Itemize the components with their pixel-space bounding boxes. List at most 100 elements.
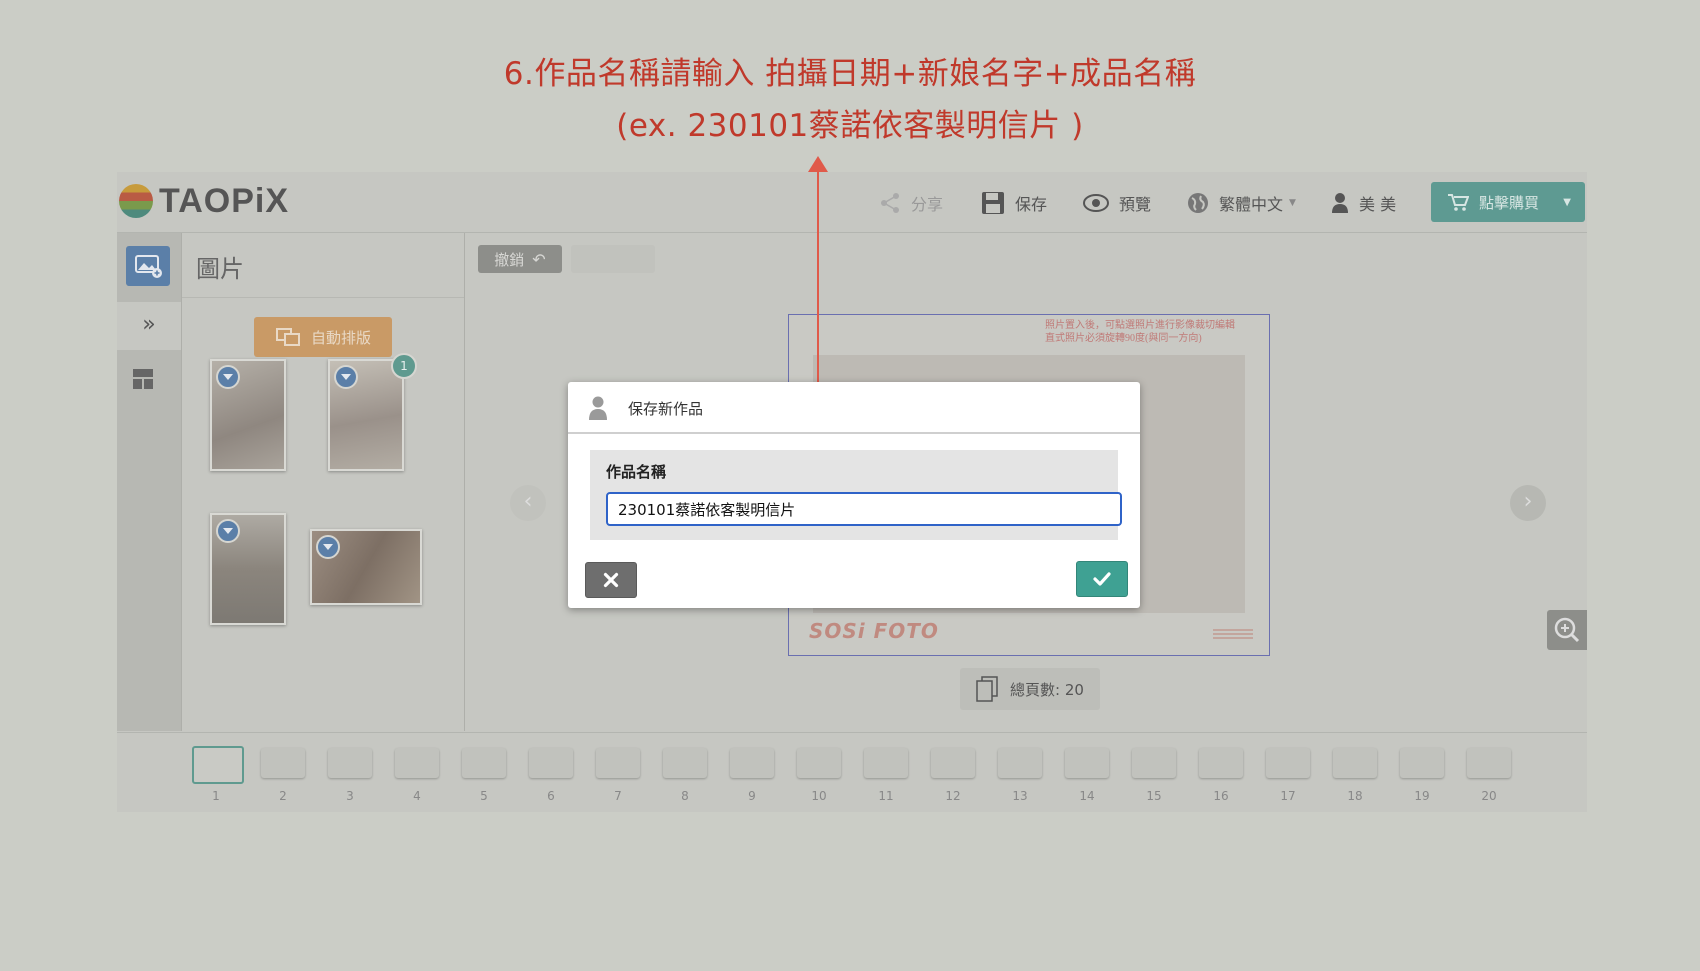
page-thumbnail[interactable]	[931, 748, 975, 778]
images-panel: 圖片 自動排版 1	[182, 233, 465, 731]
page-number: 2	[279, 789, 287, 803]
top-bar: TAOPiX 分享 保存 預覽 繁體中文 ▼ 美 美 點擊購買 ▼	[117, 172, 1587, 233]
page-thumbnail[interactable]	[730, 748, 774, 778]
pages-icon	[976, 676, 998, 702]
undo-label: 撤銷	[494, 250, 525, 269]
thumbnail-menu-icon[interactable]	[216, 365, 240, 389]
cancel-button[interactable]	[585, 562, 637, 598]
auto-layout-button[interactable]: 自動排版	[254, 317, 392, 357]
page-thumbnail-strip: 1 2 3 4 5 6 7 8 9 10 11 12 13 14 15 16 17 18 19 20	[117, 732, 1587, 812]
auto-layout-icon	[275, 328, 300, 346]
zoom-in-icon	[1554, 617, 1580, 643]
chevron-down-icon: ▼	[1289, 198, 1296, 208]
globe-icon	[1188, 193, 1208, 213]
share-button[interactable]: 分享	[879, 190, 943, 216]
page-number: 13	[1012, 789, 1028, 803]
page-number: 17	[1280, 789, 1296, 803]
page-thumbnail[interactable]	[192, 746, 244, 784]
user-name: 美 美	[1359, 195, 1397, 214]
user-icon	[589, 396, 607, 420]
page-thumbnail[interactable]	[462, 748, 506, 778]
next-page-button[interactable]: ›	[1510, 485, 1546, 521]
page-number: 15	[1146, 789, 1162, 803]
images-tab-button[interactable]	[126, 246, 170, 286]
page-number: 12	[945, 789, 961, 803]
chevron-down-icon[interactable]: ▼	[1563, 197, 1571, 208]
page-thumbnail[interactable]	[261, 748, 305, 778]
total-pages-indicator: 總頁數: 20	[960, 668, 1100, 710]
language-selector[interactable]: 繁體中文 ▼	[1187, 190, 1296, 216]
usage-count-badge: 1	[391, 353, 417, 379]
page-number: 1	[212, 789, 220, 803]
page-number: 10	[811, 789, 827, 803]
page-number: 16	[1213, 789, 1229, 803]
thumbnail-menu-icon[interactable]	[216, 519, 240, 543]
floppy-disk-icon	[982, 192, 1004, 214]
page-number: 20	[1481, 789, 1497, 803]
eye-icon	[1083, 194, 1109, 212]
cart-icon	[1448, 194, 1469, 211]
page-thumbnail[interactable]	[797, 748, 841, 778]
page-thumbnail[interactable]	[1132, 748, 1176, 778]
add-image-icon	[135, 255, 162, 278]
page-thumbnail[interactable]	[529, 748, 573, 778]
page-number: 19	[1414, 789, 1430, 803]
page-thumbnail[interactable]	[1199, 748, 1243, 778]
page-brand: SOSi FOTO	[809, 619, 939, 643]
dialog-body: 作品名稱	[590, 450, 1122, 540]
project-name-label: 作品名稱	[606, 463, 667, 481]
page-thumbnail[interactable]	[1467, 748, 1511, 778]
undo-icon: ↶	[532, 249, 546, 269]
page-thumbnail[interactable]	[596, 748, 640, 778]
user-menu[interactable]: 美 美	[1331, 190, 1396, 216]
check-icon	[1093, 572, 1111, 586]
page-small-logo	[1213, 627, 1253, 641]
save-button[interactable]: 保存	[981, 190, 1047, 216]
page-number: 4	[413, 789, 421, 803]
page-thumbnail[interactable]	[1065, 748, 1109, 778]
layout-icon[interactable]	[133, 369, 153, 389]
user-icon	[1332, 193, 1348, 213]
share-label: 分享	[911, 195, 944, 214]
page-thumbnail[interactable]	[1333, 748, 1377, 778]
page-thumbnail[interactable]	[1266, 748, 1310, 778]
page-number: 11	[878, 789, 894, 803]
auto-layout-label: 自動排版	[310, 328, 371, 347]
share-icon	[881, 193, 899, 213]
page-number: 18	[1347, 789, 1363, 803]
buy-button[interactable]: 點擊購買 ▼	[1431, 182, 1585, 222]
instruction-line-2: (ex. 230101蔡諾依客製明信片 )	[616, 108, 1084, 144]
page-thumbnail[interactable]	[998, 748, 1042, 778]
redo-button[interactable]	[571, 245, 655, 273]
page-thumbnail[interactable]	[395, 748, 439, 778]
panel-title: 圖片	[196, 255, 244, 283]
project-name-input[interactable]	[606, 492, 1122, 526]
instruction-line-1: 6.作品名稱請輸入 拍攝日期+新娘名字+成品名稱	[503, 56, 1197, 92]
page-number: 3	[346, 789, 354, 803]
zoom-button[interactable]	[1547, 610, 1587, 650]
thumbnail-menu-icon[interactable]	[334, 365, 358, 389]
previous-page-button[interactable]: ‹	[510, 485, 546, 521]
dialog-title: 保存新作品	[628, 400, 704, 418]
page-number: 6	[547, 789, 555, 803]
total-pages-label: 總頁數: 20	[1010, 680, 1084, 699]
thumbnail-menu-icon[interactable]	[316, 535, 340, 559]
annotation-arrow-head	[808, 156, 828, 172]
close-icon	[603, 572, 619, 588]
logo-mark-icon	[119, 184, 153, 218]
page-number: 5	[480, 789, 488, 803]
language-label: 繁體中文	[1219, 195, 1284, 214]
page-thumbnail[interactable]	[328, 748, 372, 778]
undo-button[interactable]: 撤銷 ↶	[478, 245, 562, 273]
left-rail: »	[117, 233, 182, 731]
expand-panel-icon[interactable]: »	[117, 302, 181, 350]
page-instruction-note: 照片置入後，可點選照片進行影像裁切編輯 直式照片必須旋轉90度(與同一方向)	[1045, 320, 1235, 344]
buy-label: 點擊購買	[1479, 193, 1540, 212]
page-thumbnail[interactable]	[663, 748, 707, 778]
preview-button[interactable]: 預覽	[1083, 190, 1151, 216]
page-thumbnail[interactable]	[864, 748, 908, 778]
logo-text: TAOPiX	[159, 182, 290, 220]
page-number: 14	[1079, 789, 1095, 803]
confirm-button[interactable]	[1076, 561, 1128, 597]
page-thumbnail[interactable]	[1400, 748, 1444, 778]
